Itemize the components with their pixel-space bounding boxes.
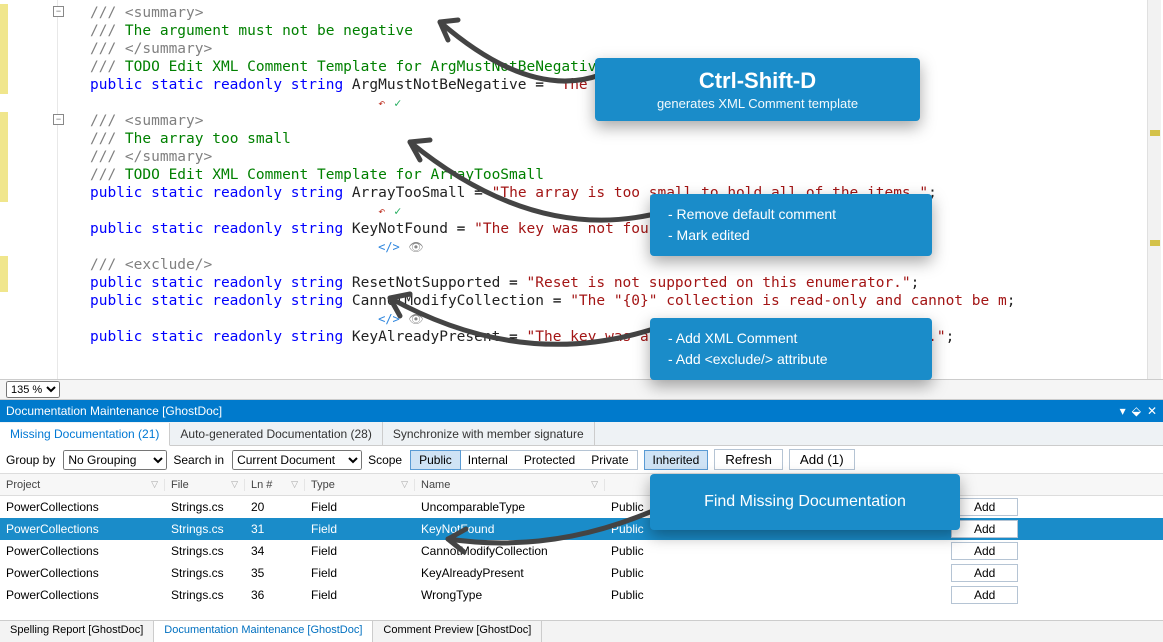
col-type[interactable]: Type▽ xyxy=(305,479,415,491)
col-ln[interactable]: Ln #▽ xyxy=(245,479,305,491)
filter-icon[interactable]: ▽ xyxy=(591,479,598,490)
groupby-select[interactable]: No Grouping xyxy=(63,450,167,470)
scope-inherited[interactable]: Inherited xyxy=(644,450,709,470)
fold-toggle-icon[interactable]: − xyxy=(53,114,64,125)
code-content[interactable]: /// <summary>/// The argument must not b… xyxy=(90,4,1015,346)
add-row-button[interactable]: Add xyxy=(951,498,1018,516)
bottom-tabs: Spelling Report [GhostDoc] Documentation… xyxy=(0,620,1163,642)
tab-autogenerated-documentation[interactable]: Auto-generated Documentation (28) xyxy=(170,422,382,445)
scope-segment: Public Internal Protected Private xyxy=(410,450,637,470)
filter-icon[interactable]: ▽ xyxy=(151,479,158,490)
callout-edit-actions: - Remove default comment - Mark edited xyxy=(650,194,932,256)
inherited-segment: Inherited xyxy=(644,450,709,470)
tab-comment-preview[interactable]: Comment Preview [GhostDoc] xyxy=(373,621,542,642)
grid-header: Project▽ File▽ Ln #▽ Type▽ Name▽ Criteri… xyxy=(0,474,1163,496)
col-file[interactable]: File▽ xyxy=(165,479,245,491)
scroll-marker-bar xyxy=(1147,0,1161,399)
scope-protected[interactable]: Protected xyxy=(516,451,583,469)
scope-internal[interactable]: Internal xyxy=(460,451,516,469)
refresh-button[interactable]: Refresh xyxy=(714,449,783,470)
table-row[interactable]: PowerCollectionsStrings.cs36FieldWrongTy… xyxy=(0,584,1163,606)
filter-icon[interactable]: ▽ xyxy=(401,479,408,490)
col-name[interactable]: Name▽ xyxy=(415,479,605,491)
tab-documentation-maintenance[interactable]: Documentation Maintenance [GhostDoc] xyxy=(154,621,373,642)
callout-find-missing: Find Missing Documentation xyxy=(650,474,960,530)
panel-pin-icon[interactable]: ⬙ xyxy=(1132,404,1141,418)
add-row-button[interactable]: Add xyxy=(951,520,1018,538)
callout-add-actions: - Add XML Comment - Add <exclude/> attri… xyxy=(650,318,932,380)
table-row[interactable]: PowerCollectionsStrings.cs35FieldKeyAlre… xyxy=(0,562,1163,584)
panel-dropdown-icon[interactable]: ▾ xyxy=(1120,404,1126,418)
panel-titlebar: Documentation Maintenance [GhostDoc] ▾ ⬙… xyxy=(0,400,1163,422)
table-row[interactable]: PowerCollectionsStrings.cs31FieldKeyNotF… xyxy=(0,518,1163,540)
callout-shortcut: Ctrl-Shift-D generates XML Comment templ… xyxy=(595,58,920,121)
results-grid: Project▽ File▽ Ln #▽ Type▽ Name▽ Criteri… xyxy=(0,474,1163,606)
add-row-button[interactable]: Add xyxy=(951,542,1018,560)
filter-icon[interactable]: ▽ xyxy=(291,479,298,490)
panel-tabs: Missing Documentation (21) Auto-generate… xyxy=(0,422,1163,446)
searchin-label: Search in xyxy=(173,453,224,467)
tab-missing-documentation[interactable]: Missing Documentation (21) xyxy=(0,423,170,446)
panel-title: Documentation Maintenance [GhostDoc] xyxy=(6,404,222,418)
scope-label: Scope xyxy=(368,453,402,467)
add-row-button[interactable]: Add xyxy=(951,564,1018,582)
code-editor[interactable]: − − ⬍ /// <summary>/// The argument must… xyxy=(0,0,1163,400)
zoom-bar: 135 % xyxy=(0,379,1163,399)
zoom-select[interactable]: 135 % xyxy=(6,381,60,398)
tab-synchronize[interactable]: Synchronize with member signature xyxy=(383,422,595,445)
add-button[interactable]: Add (1) xyxy=(789,449,855,470)
groupby-label: Group by xyxy=(6,453,55,467)
callout-title: Ctrl-Shift-D xyxy=(613,68,902,94)
filter-icon[interactable]: ▽ xyxy=(231,479,238,490)
col-project[interactable]: Project▽ xyxy=(0,479,165,491)
searchin-select[interactable]: Current Document xyxy=(232,450,362,470)
panel-close-icon[interactable]: ✕ xyxy=(1147,404,1157,418)
table-row[interactable]: PowerCollectionsStrings.cs20FieldUncompa… xyxy=(0,496,1163,518)
panel-toolbar: Group by No Grouping Search in Current D… xyxy=(0,446,1163,474)
add-row-button[interactable]: Add xyxy=(951,586,1018,604)
fold-toggle-icon[interactable]: − xyxy=(53,6,64,17)
tab-spelling-report[interactable]: Spelling Report [GhostDoc] xyxy=(0,621,154,642)
callout-sub: generates XML Comment template xyxy=(613,96,902,111)
table-row[interactable]: PowerCollectionsStrings.cs34FieldCannotM… xyxy=(0,540,1163,562)
scope-public[interactable]: Public xyxy=(410,450,461,470)
editor-gutter: − − xyxy=(0,0,58,399)
scope-private[interactable]: Private xyxy=(583,451,636,469)
